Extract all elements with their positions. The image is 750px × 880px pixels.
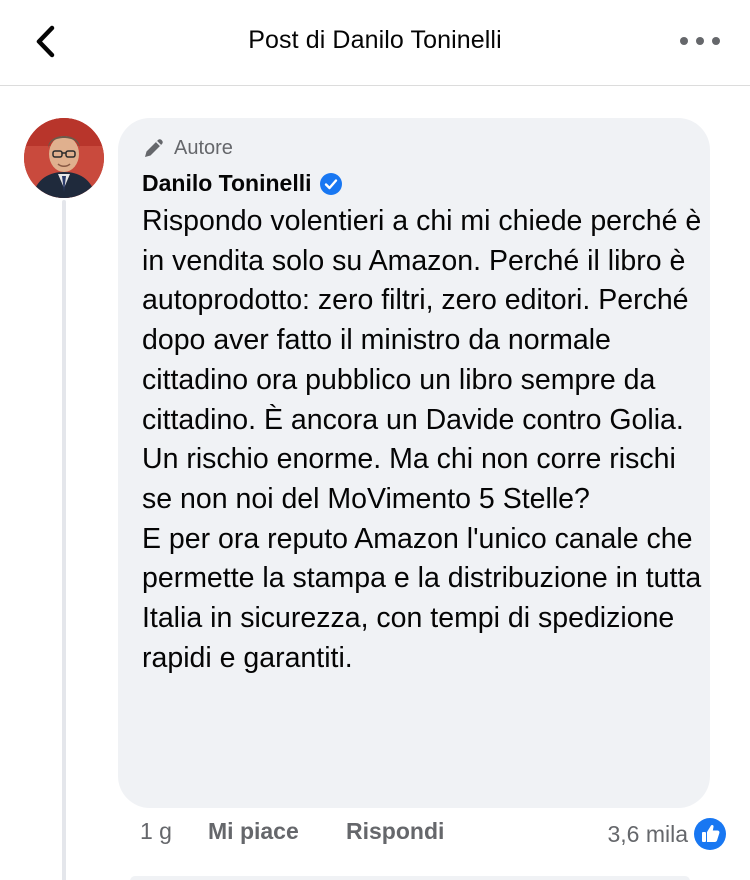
author-name-text[interactable]: Danilo Toninelli [142,170,312,197]
author-name[interactable]: Danilo Toninelli [142,170,342,197]
comment-actions: 1 g Mi piace Rispondi 3,6 mila [0,818,750,852]
thread-line [62,200,66,880]
comment-timestamp[interactable]: 1 g [140,818,172,845]
avatar[interactable] [24,118,104,198]
author-badge: Autore [142,136,233,160]
reply-button[interactable]: Rispondi [346,818,444,845]
pencil-icon [145,139,163,157]
next-comment-bubble [130,876,690,880]
comment-bubble: Autore Danilo Toninelli Rispondo volenti… [118,118,710,808]
author-badge-label: Autore [174,136,233,159]
reaction-summary[interactable]: 3,6 mila [607,818,726,850]
more-horizontal-icon [680,37,688,45]
verified-badge-icon [319,172,342,195]
top-bar: Post di Danilo Toninelli [0,0,750,86]
page-title: Post di Danilo Toninelli [248,26,502,54]
avatar-image [24,118,104,198]
reaction-count: 3,6 mila [607,820,688,847]
like-thumb-icon [694,818,726,850]
comment-text: Rispondo volentieri a chi mi chiede perc… [142,205,702,674]
more-dot [696,37,704,45]
more-dot [712,37,720,45]
more-options-button[interactable] [680,28,720,54]
like-button[interactable]: Mi piace [208,818,299,845]
